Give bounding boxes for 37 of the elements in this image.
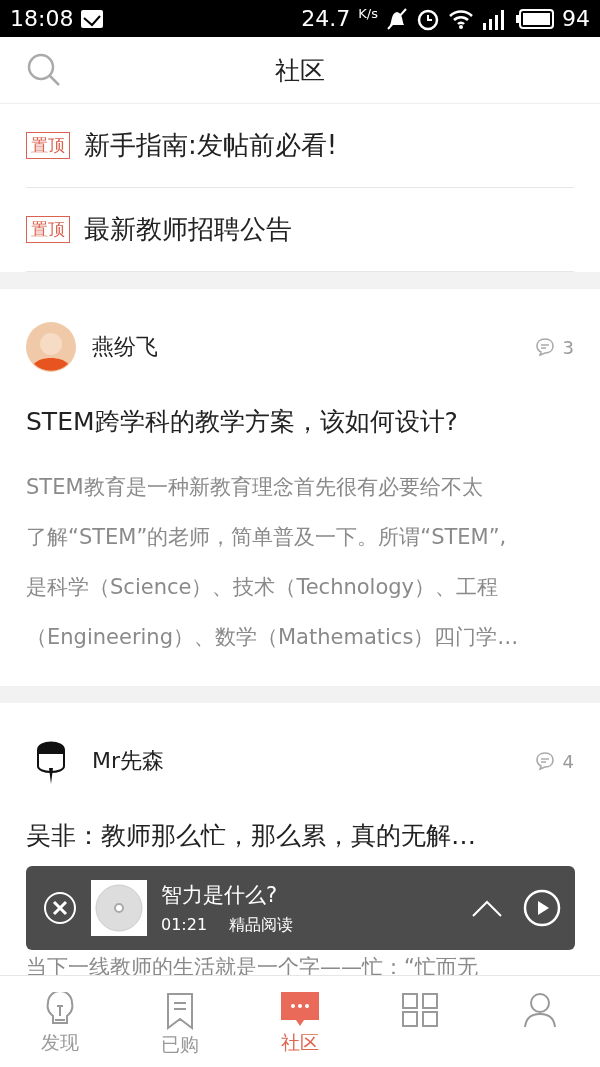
track-title: 智力是什么? <box>161 881 279 909</box>
speed-unit: K/s <box>358 6 378 21</box>
page-title: 社区 <box>275 54 325 87</box>
play-icon[interactable] <box>523 889 561 927</box>
post-excerpt: 了解“STEM”的老师，简单普及一下。所谓“STEM”, <box>26 524 508 551</box>
comment-icon <box>534 751 555 771</box>
author-name: Mr先森 <box>92 747 166 775</box>
battery-icon <box>516 8 554 29</box>
chat-bubble-icon <box>281 992 319 1028</box>
grid-icon <box>401 992 439 1028</box>
comment-count: 4 <box>562 750 574 772</box>
post-excerpt: （Engineering）、数学（Mathematics）四门学… <box>26 624 520 651</box>
post-excerpt: STEM教育是一种新教育理念首先很有必要给不太 <box>26 474 484 501</box>
wifi-icon <box>448 7 474 30</box>
close-icon[interactable] <box>43 891 77 925</box>
pinned-tag: 置顶 <box>26 216 70 243</box>
clock: 18:08 <box>10 6 74 31</box>
person-icon <box>523 992 557 1028</box>
image-icon <box>81 9 104 28</box>
post-excerpt: 是科学（Science）、技术（Technology）、工程 <box>26 574 500 601</box>
track-time: 01:21 <box>161 914 208 936</box>
pinned-post-title[interactable]: 新手指南:发帖前必看! <box>84 128 338 163</box>
comment-count: 3 <box>562 336 574 358</box>
chevron-up-icon[interactable] <box>471 898 503 918</box>
network-speed: 24.7 <box>301 6 351 31</box>
muted-bell-icon <box>386 6 408 31</box>
post-title[interactable]: 吴非：教师那么忙，那么累，真的无解… <box>26 819 574 852</box>
track-category: 精品阅读 <box>229 914 294 936</box>
avatar <box>26 322 76 372</box>
battery-level: 94 <box>562 6 590 31</box>
comment-icon <box>534 337 555 357</box>
disc-icon <box>94 883 144 933</box>
author-name: 燕纷飞 <box>92 333 159 361</box>
pinned-tag: 置顶 <box>26 132 70 159</box>
post-title[interactable]: STEM跨学科的教学方案，该如何设计? <box>26 405 574 438</box>
bookmark-icon <box>166 992 194 1030</box>
pinned-post-title[interactable]: 最新教师招聘公告 <box>84 212 292 247</box>
